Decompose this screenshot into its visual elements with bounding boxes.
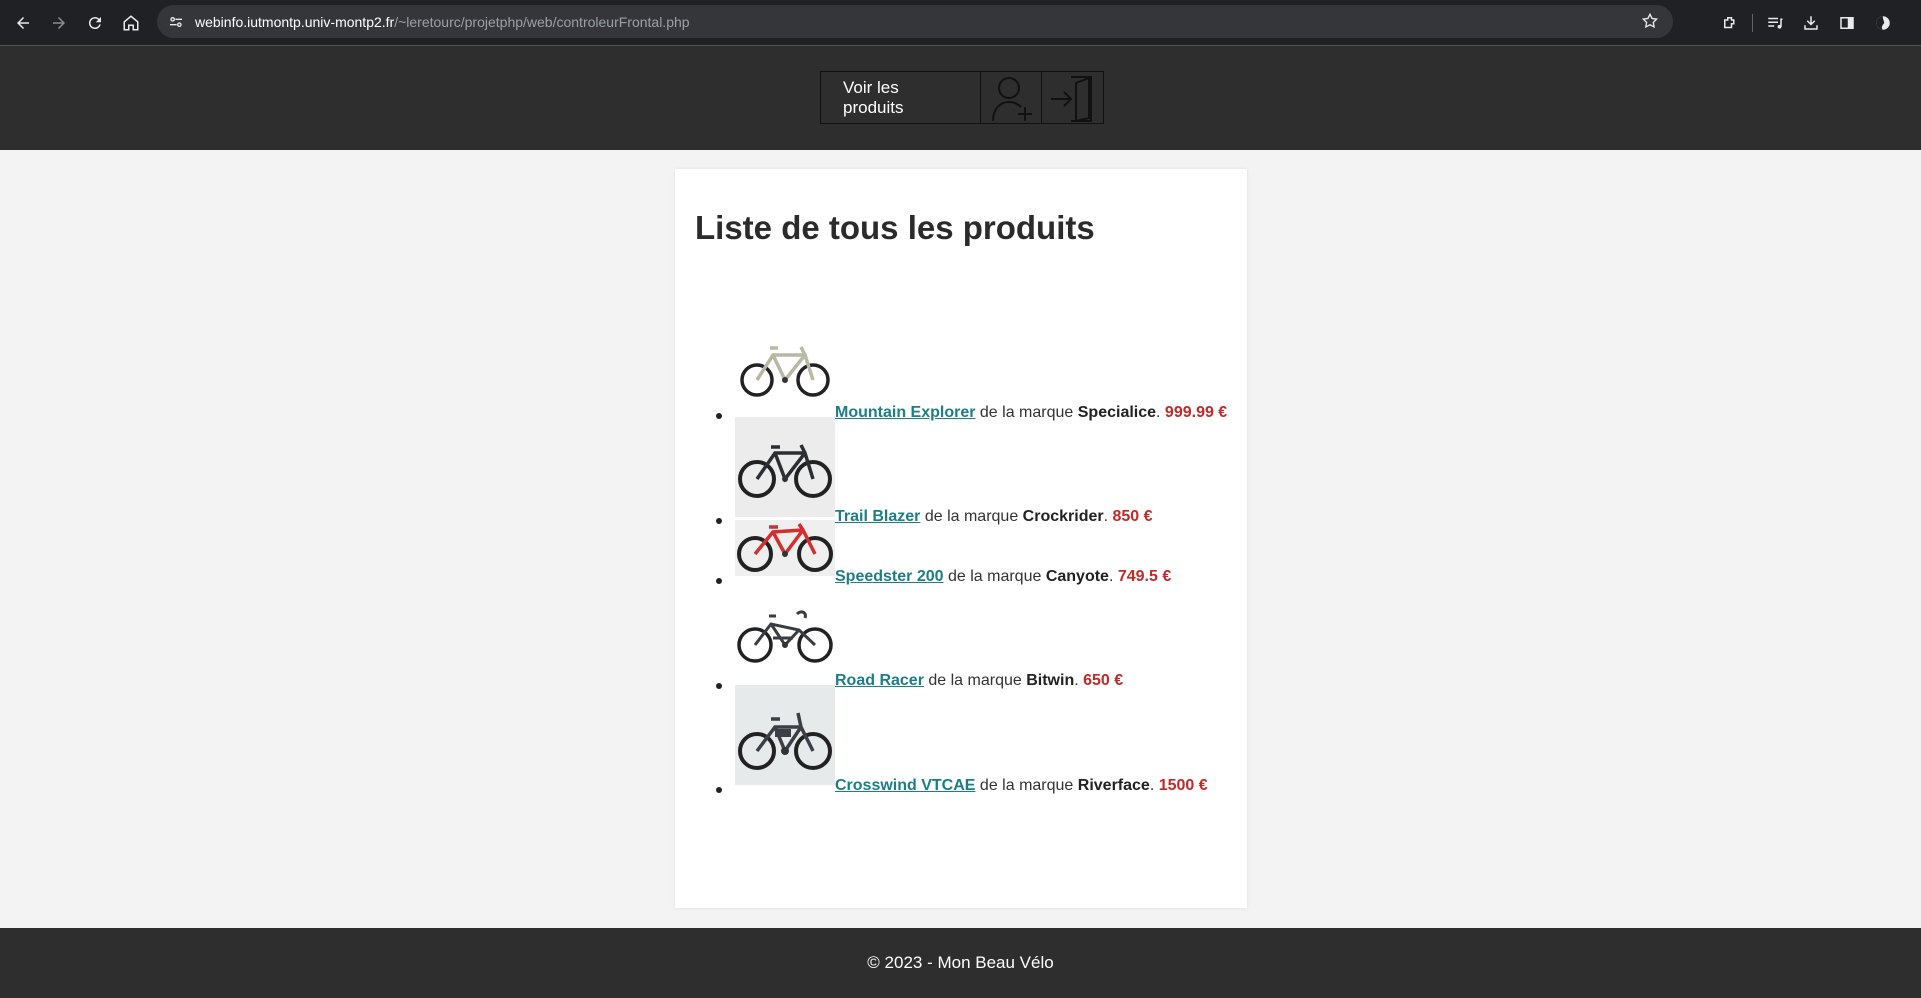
bike-icon [737,610,833,663]
extensions-icon[interactable] [1712,5,1748,41]
product-link[interactable]: Speedster 200 [835,568,944,585]
bookmark-star-icon[interactable] [1641,12,1659,30]
brand-prefix: de la marque [947,568,1042,585]
bike-icon [738,712,832,770]
media-control-icon[interactable] [1757,5,1793,41]
product-text: Trail Blazer de la marque Crockrider. 85… [835,508,1153,525]
product-brand: Crockrider [1022,508,1104,525]
url-path: /~leretourc/projetphp/web/controleurFron… [394,13,690,30]
product-image[interactable] [735,520,835,576]
product-image[interactable] [735,335,835,397]
product-text: Road Racer de la marque Bitwin. 650 € [835,672,1124,689]
bike-icon [738,444,832,498]
site-info-icon[interactable] [167,13,185,31]
site-header: Voir les produits [0,45,1921,150]
product-brand: Canyote [1045,568,1109,585]
content-card: Liste de tous les produits Mountain Expl… [675,169,1247,908]
list-bullet [716,413,722,419]
reload-icon[interactable] [77,5,113,41]
list-bullet [716,683,722,689]
copyright-text: © 2023 - Mon Beau Vélo [867,953,1054,972]
downloads-icon[interactable] [1793,5,1829,41]
forward-icon[interactable] [41,5,77,41]
product-image[interactable] [735,685,835,785]
brand-prefix: de la marque [979,404,1074,421]
list-bullet [716,787,722,793]
toolbar-actions [1712,0,1921,45]
product-price: 850 € [1112,508,1153,525]
product-brand: Bitwin [1026,672,1075,689]
chrome-menu-icon[interactable] [1909,5,1921,41]
product-text: Speedster 200 de la marque Canyote. 749.… [835,568,1172,585]
product-link[interactable]: Trail Blazer [835,508,920,525]
toolbar-divider [1752,13,1753,32]
add-user-icon[interactable] [981,72,1042,123]
site-footer: © 2023 - Mon Beau Vélo [0,928,1921,998]
profile-avatar-icon[interactable] [1865,5,1901,41]
brand-prefix: de la marque [924,508,1019,525]
product-price: 749.5 € [1117,568,1172,585]
product-price: 999.99 € [1164,404,1228,421]
product-price: 650 € [1083,672,1124,689]
product-text: Mountain Explorer de la marque Specialic… [835,404,1228,421]
product-link[interactable]: Mountain Explorer [835,404,975,421]
side-panel-icon[interactable] [1829,5,1865,41]
home-icon[interactable] [113,5,149,41]
login-icon[interactable] [1042,72,1103,123]
main-menu: Voir les produits [820,71,1104,124]
list-bullet [716,578,722,584]
product-brand: Specialice [1077,404,1157,421]
bike-icon [740,346,830,397]
url-host: webinfo.iutmontp.univ-montp2.fr [195,13,395,30]
product-link[interactable]: Crosswind VTCAE [835,777,975,794]
brand-prefix: de la marque [928,672,1022,689]
bike-icon [737,523,833,572]
list-bullet [716,518,722,524]
product-text: Crosswind VTCAE de la marque Riverface. … [835,777,1208,794]
url-text: webinfo.iutmontp.univ-montp2.fr/~leretou… [195,14,690,30]
product-image[interactable] [735,602,835,666]
address-bar[interactable]: webinfo.iutmontp.univ-montp2.fr/~leretou… [157,5,1673,38]
product-image[interactable] [735,417,835,517]
products-link[interactable]: Voir les produits [821,72,981,123]
product-price: 1500 € [1158,777,1208,794]
product-link[interactable]: Road Racer [835,672,924,689]
browser-toolbar: webinfo.iutmontp.univ-montp2.fr/~leretou… [0,0,1921,45]
back-icon[interactable] [5,5,41,41]
page-title: Liste de tous les produits [695,209,1095,246]
brand-prefix: de la marque [979,777,1074,794]
product-brand: Riverface [1077,777,1150,794]
